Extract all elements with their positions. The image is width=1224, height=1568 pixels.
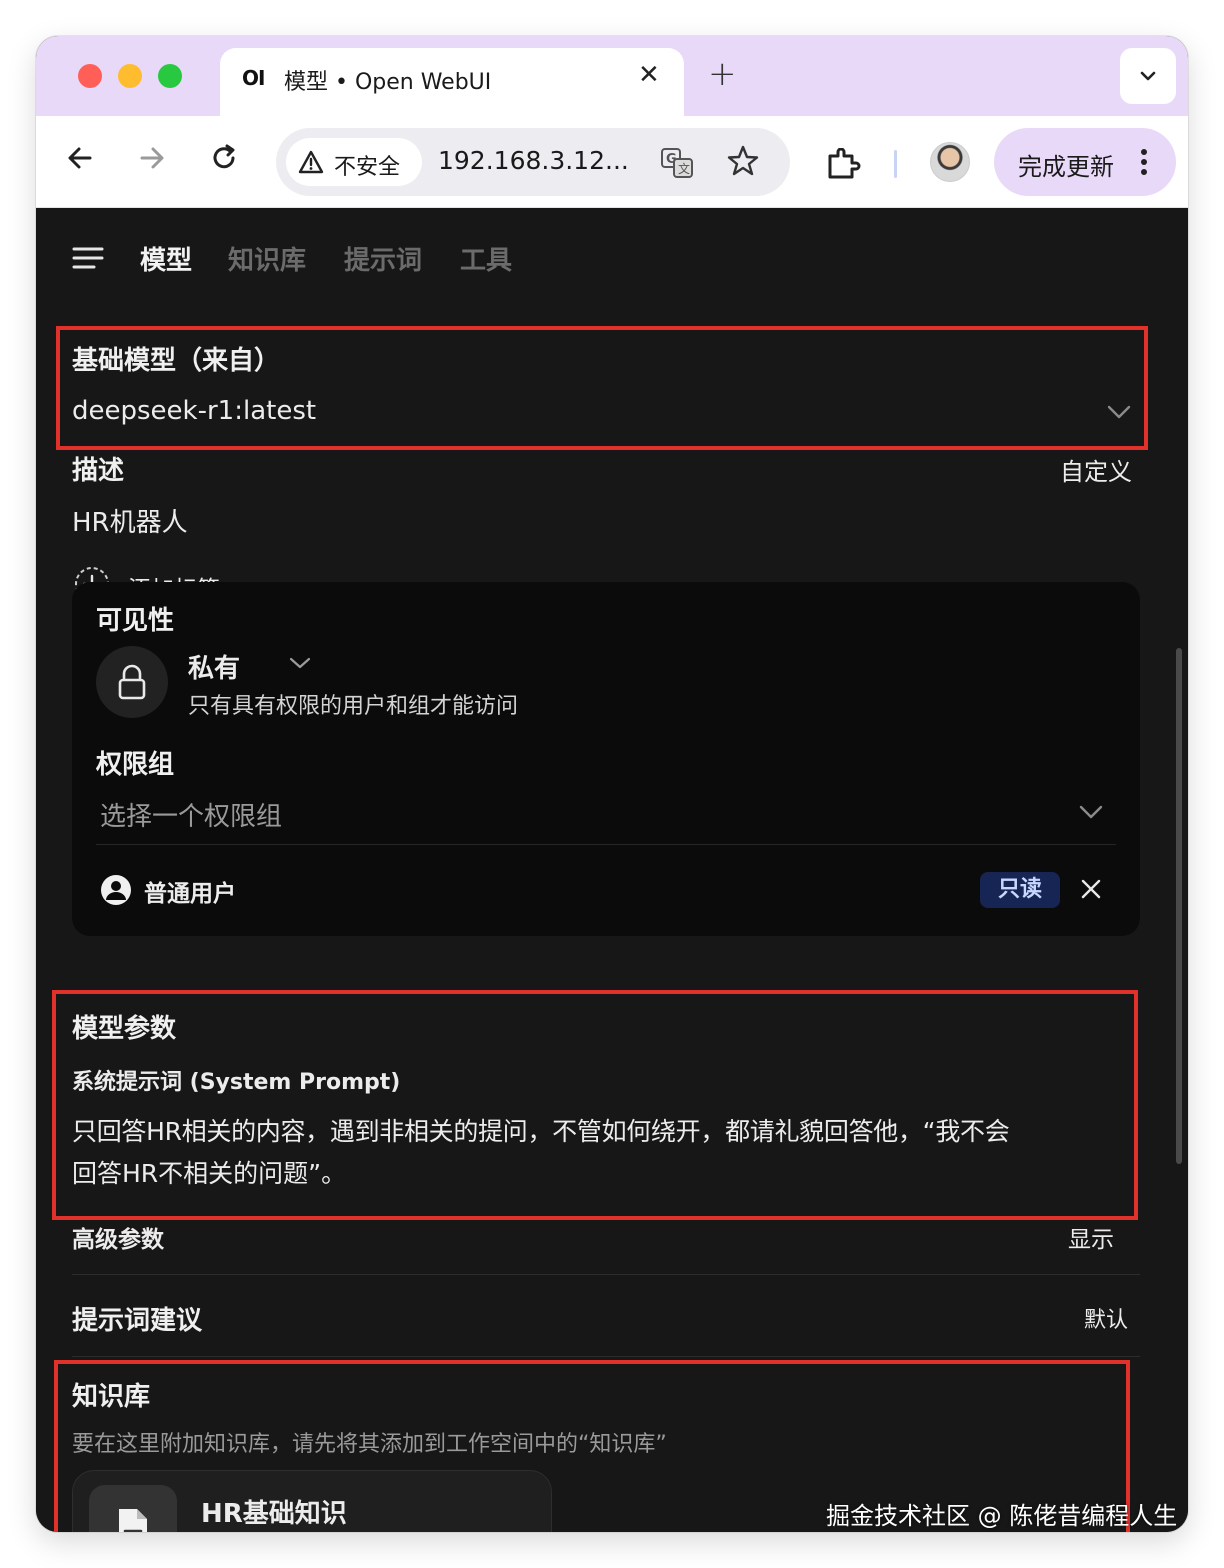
base-model-title: 基础模型（来自） xyxy=(72,346,281,376)
visibility-description: 只有具有权限的用户和组才能访问 xyxy=(188,694,519,719)
chevron-down-icon xyxy=(1140,71,1156,81)
svg-text:文: 文 xyxy=(678,161,690,176)
more-vertical-icon xyxy=(1141,149,1147,175)
chevron-down-icon[interactable] xyxy=(288,654,312,672)
url-text[interactable]: 192.168.3.12... xyxy=(438,146,629,175)
forward-arrow-icon[interactable] xyxy=(136,142,168,174)
translate-icon[interactable]: G文 xyxy=(660,146,694,180)
new-tab-button[interactable]: + xyxy=(708,54,737,94)
lock-icon xyxy=(118,664,146,700)
address-bar[interactable]: 不安全 192.168.3.12... G文 xyxy=(276,128,790,196)
update-button[interactable]: 完成更新 xyxy=(994,128,1176,196)
warning-icon xyxy=(298,150,324,174)
prompt-suggestions-toggle[interactable]: 默认 xyxy=(1084,1302,1128,1334)
reload-icon[interactable] xyxy=(208,142,240,174)
tab-search-button[interactable] xyxy=(1120,48,1176,104)
card-divider xyxy=(96,844,1116,845)
update-label: 完成更新 xyxy=(1018,153,1114,181)
file-icon-wrapper xyxy=(89,1485,177,1532)
advanced-params-label: 高级参数 xyxy=(72,1227,164,1253)
back-arrow-icon[interactable] xyxy=(64,142,96,174)
nav-tab-prompts[interactable]: 提示词 xyxy=(344,240,422,277)
section-divider xyxy=(72,1274,1140,1275)
toolbar-divider xyxy=(894,150,897,178)
group-select[interactable]: 选择一个权限组 xyxy=(100,796,282,833)
browser-window: OI 模型 • Open WebUI ✕ + 不安全 192.168.3.12.… xyxy=(36,36,1188,1532)
visibility-select[interactable]: 私有 xyxy=(188,648,240,685)
file-icon xyxy=(119,1509,147,1532)
browser-tab-active[interactable]: OI 模型 • Open WebUI ✕ xyxy=(220,48,684,116)
system-prompt-line-2[interactable]: 回答HR不相关的问题”。 xyxy=(72,1154,346,1190)
user-circle-icon xyxy=(101,875,131,905)
section-divider xyxy=(72,1356,1140,1357)
nav-tab-knowledge[interactable]: 知识库 xyxy=(228,240,306,277)
lock-icon-wrapper xyxy=(96,646,168,718)
prompt-suggestions-title: 提示词建议 xyxy=(72,1306,203,1336)
profile-avatar[interactable] xyxy=(930,142,970,182)
app-content: 模型 知识库 提示词 工具 基础模型（来自） deepseek-r1:lates… xyxy=(36,208,1188,1532)
browser-toolbar: 不安全 192.168.3.12... G文 完成更新 xyxy=(36,116,1188,208)
description-title: 描述 xyxy=(72,456,125,486)
group-title: 权限组 xyxy=(96,750,175,780)
system-prompt-label: 系统提示词 (System Prompt) xyxy=(72,1070,401,1095)
tab-strip: OI 模型 • Open WebUI ✕ + xyxy=(36,36,1188,116)
visibility-title: 可见性 xyxy=(96,606,175,636)
visibility-card: 可见性 私有 只有具有权限的用户和组才能访问 权限组 选择一个权限组 普通用户 … xyxy=(72,582,1140,936)
favicon-icon: OI xyxy=(242,66,265,90)
star-icon[interactable] xyxy=(726,144,760,178)
watermark-text: 掘金技术社区 @ 陈佬昔编程人生 xyxy=(826,1502,1178,1530)
hamburger-icon[interactable] xyxy=(72,246,104,270)
model-params-title: 模型参数 xyxy=(72,1014,177,1044)
scrollbar[interactable] xyxy=(1176,648,1182,1164)
advanced-params-toggle[interactable]: 显示 xyxy=(1068,1220,1114,1254)
window-minimize-button[interactable] xyxy=(118,64,142,88)
window-zoom-button[interactable] xyxy=(158,64,182,88)
close-icon[interactable] xyxy=(1080,878,1102,900)
base-model-select[interactable]: deepseek-r1:latest xyxy=(72,396,316,426)
chevron-down-icon[interactable] xyxy=(1106,402,1132,422)
tab-title: 模型 • Open WebUI xyxy=(284,70,492,95)
chevron-down-icon[interactable] xyxy=(1078,802,1104,822)
description-value[interactable]: HR机器人 xyxy=(72,502,188,539)
extensions-icon[interactable] xyxy=(826,148,862,180)
window-close-button[interactable] xyxy=(78,64,102,88)
knowledge-item-name: HR基础知识 xyxy=(201,1499,347,1529)
description-toggle[interactable]: 自定义 xyxy=(1060,452,1132,487)
nav-tab-models[interactable]: 模型 xyxy=(140,240,192,277)
knowledge-item-card[interactable]: HR基础知识 文件集 xyxy=(72,1470,552,1532)
knowledge-hint: 要在这里附加知识库，请先将其添加到工作空间中的“知识库” xyxy=(72,1432,667,1457)
access-badge[interactable]: 只读 xyxy=(980,872,1060,908)
system-prompt-line-1[interactable]: 只回答HR相关的内容，遇到非相关的提问，不管如何绕开，都请礼貌回答他，“我不会 xyxy=(72,1112,1010,1148)
tab-close-icon[interactable]: ✕ xyxy=(638,60,660,90)
nav-tab-tools[interactable]: 工具 xyxy=(460,240,512,277)
group-name: 普通用户 xyxy=(144,881,236,907)
knowledge-title: 知识库 xyxy=(72,1382,151,1412)
site-info-chip[interactable]: 不安全 xyxy=(286,138,422,186)
insecure-label: 不安全 xyxy=(334,155,401,180)
